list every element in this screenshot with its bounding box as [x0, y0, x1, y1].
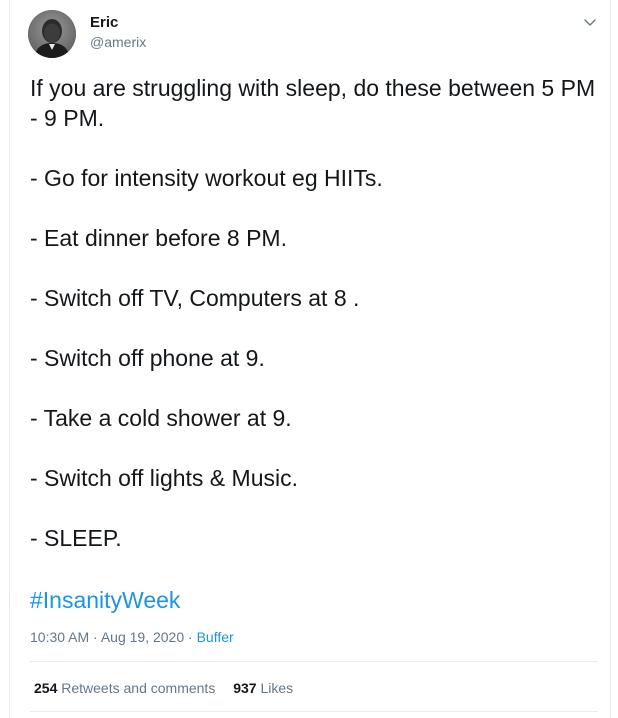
- likes-label: Likes: [260, 680, 294, 696]
- likes-stat[interactable]: 937 Likes: [233, 679, 293, 697]
- hashtag-link[interactable]: #InsanityWeek: [30, 585, 180, 615]
- meta-separator: ·: [89, 629, 101, 645]
- tweet-line: - SLEEP.: [30, 525, 122, 551]
- avatar-photo: [28, 10, 76, 58]
- meta-separator: ·: [184, 629, 197, 645]
- retweets-stat[interactable]: 254 Retweets and comments: [34, 679, 215, 697]
- tweet-line: - Switch off lights & Music.: [30, 465, 298, 491]
- tweet-date[interactable]: Aug 19, 2020: [101, 629, 184, 645]
- tweet-line: - Take a cold shower at 9.: [30, 405, 292, 431]
- tweet-line: If you are struggling with sleep, do the…: [30, 75, 596, 131]
- retweets-label: Retweets and comments: [61, 680, 216, 696]
- divider: [30, 661, 598, 662]
- author-name[interactable]: Eric: [90, 14, 146, 32]
- tweet-time[interactable]: 10:30 AM: [30, 629, 89, 645]
- tweet-meta: 10:30 AM · Aug 19, 2020 · Buffer: [30, 628, 234, 646]
- tweet-line: - Eat dinner before 8 PM.: [30, 225, 287, 251]
- avatar[interactable]: [28, 10, 76, 58]
- author-handle[interactable]: @amerix: [90, 33, 146, 51]
- retweets-count: 254: [34, 680, 58, 696]
- tweet-stats: 254 Retweets and comments 937 Likes: [34, 679, 293, 697]
- tweet-text: If you are struggling with sleep, do the…: [30, 73, 602, 583]
- tweet-header: Eric @amerix: [28, 10, 598, 58]
- tweet-line: - Switch off TV, Computers at 8 .: [30, 285, 360, 311]
- divider: [30, 711, 598, 712]
- likes-count: 937: [233, 680, 257, 696]
- source-link[interactable]: Buffer: [197, 629, 234, 645]
- user-info: Eric @amerix: [90, 14, 146, 51]
- tweet-line: - Go for intensity workout eg HIITs.: [30, 165, 383, 191]
- tweet-line: - Switch off phone at 9.: [30, 345, 265, 371]
- chevron-down-icon[interactable]: [582, 14, 598, 30]
- tweet-card: Eric @amerix If you are struggling with …: [9, 0, 611, 718]
